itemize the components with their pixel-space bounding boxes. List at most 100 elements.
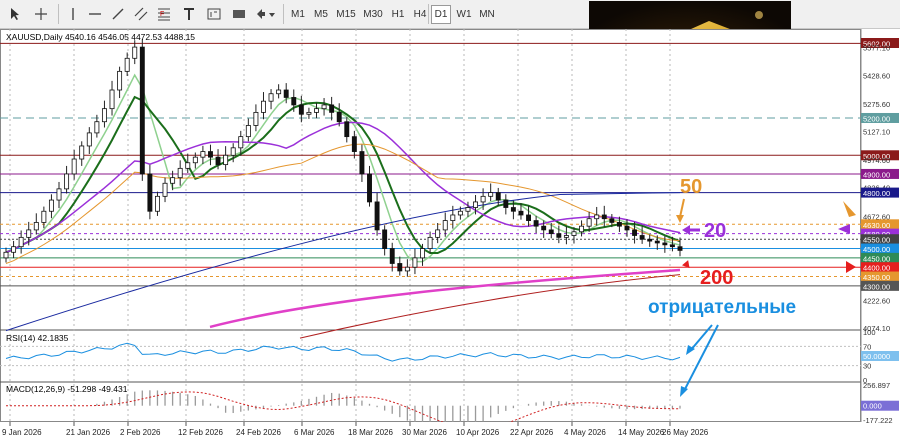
rsi-label: RSI(14) 42.1835 xyxy=(6,333,69,343)
candle-body xyxy=(594,214,600,220)
rsi-axis-label: 50.0000 xyxy=(863,352,890,361)
crosshair-icon[interactable] xyxy=(31,3,51,25)
fibonacci-icon[interactable]: F xyxy=(154,3,174,25)
price-label: 5577.10 xyxy=(863,44,890,53)
date-label: 30 Mar 2026 xyxy=(402,428,447,437)
rsi-axis-label: 30 xyxy=(863,362,871,371)
price-label: 4400.00 xyxy=(863,264,890,273)
timeframe-h1[interactable]: H1 xyxy=(388,5,408,24)
price-label: 5428.60 xyxy=(863,71,890,80)
price-label: 4350.00 xyxy=(863,273,890,282)
candle-body xyxy=(457,210,463,216)
candle-body xyxy=(238,136,244,149)
candle-body xyxy=(48,199,54,212)
candle-body xyxy=(41,210,47,223)
candle-body xyxy=(306,111,312,115)
candle-body xyxy=(170,177,176,184)
macd-axis-label: 0.000 xyxy=(863,402,882,411)
price-label: 4300.00 xyxy=(863,282,890,291)
price-label: 5275.60 xyxy=(863,100,890,109)
candle-body xyxy=(139,46,145,175)
candle-body xyxy=(488,192,494,197)
candle-body xyxy=(185,162,191,169)
negative-annotation: отрицательные xyxy=(648,297,796,318)
timeframe-m1[interactable]: M1 xyxy=(288,5,308,24)
candle-body xyxy=(268,93,274,102)
toolbar-separator xyxy=(58,4,59,24)
candle-body xyxy=(101,108,107,123)
candle-body xyxy=(298,104,304,115)
candle-body xyxy=(669,244,675,248)
text-label-icon[interactable] xyxy=(180,3,198,25)
candle-body xyxy=(200,151,206,158)
date-label: 10 Apr 2026 xyxy=(456,428,500,437)
candle-body xyxy=(11,246,17,253)
candle-body xyxy=(654,240,660,244)
candle-body xyxy=(64,173,70,190)
candle-body xyxy=(624,225,630,231)
price-label: 4222.60 xyxy=(863,296,890,305)
candle-body xyxy=(321,104,327,110)
price-label: 4074.10 xyxy=(863,324,890,333)
timeframe-m5[interactable]: M5 xyxy=(311,5,331,24)
chart-header: XAUUSD,Daily 4540.16 4546.05 4472.53 448… xyxy=(6,32,195,42)
timeframe-d1[interactable]: D1 xyxy=(431,5,451,24)
chart-window[interactable]: 100 70 50.0000 30 0 256.897 0.000 -177.222 XAU… xyxy=(0,29,900,442)
candle-body xyxy=(473,201,478,208)
price-chart[interactable]: 1007050.0000300 256.8970.000-177.222 XAU… xyxy=(0,29,900,442)
candle-body xyxy=(632,229,638,236)
candle-body xyxy=(518,210,524,216)
date-label: 14 May 2026 xyxy=(618,428,665,437)
candle-body xyxy=(579,225,585,233)
ma50-annotation: 50 xyxy=(680,176,702,198)
candle-body xyxy=(420,248,425,259)
candle-body xyxy=(71,158,77,175)
candle-body xyxy=(132,46,138,59)
equidistant-channel-icon[interactable] xyxy=(131,3,151,25)
candle-body xyxy=(639,235,645,240)
rectangle-shape-icon[interactable] xyxy=(229,3,249,25)
candle-body xyxy=(276,89,282,95)
candle-body xyxy=(616,222,622,227)
label-tool-icon[interactable] xyxy=(204,3,224,25)
candle-body xyxy=(18,236,24,248)
timeframe-h4[interactable]: H4 xyxy=(410,5,430,24)
candle-body xyxy=(541,225,547,231)
chart-frame xyxy=(0,29,861,422)
price-label: 4630.00 xyxy=(863,221,890,230)
candle-body xyxy=(586,218,592,227)
candle-body xyxy=(33,222,39,231)
candle-body xyxy=(177,167,183,179)
candle-body xyxy=(359,151,365,175)
candle-body xyxy=(450,214,456,221)
arrow-tools-icon[interactable] xyxy=(253,3,277,25)
candle-body xyxy=(442,220,448,231)
candle-body xyxy=(208,151,213,158)
cursor-arrow-icon[interactable] xyxy=(5,3,25,25)
candle-body xyxy=(427,236,433,249)
candle-body xyxy=(215,156,221,166)
candle-body xyxy=(389,248,395,264)
trend-line-icon[interactable] xyxy=(108,3,128,25)
horizontal-line-icon[interactable] xyxy=(85,3,105,25)
candle-body xyxy=(647,238,653,242)
candle-body xyxy=(435,229,441,238)
vertical-line-icon[interactable] xyxy=(64,3,82,25)
ma200-annotation: 200 xyxy=(700,267,733,289)
timeframe-m30[interactable]: M30 xyxy=(361,5,385,24)
candle-body xyxy=(192,156,198,164)
candle-body xyxy=(283,89,289,98)
candle-body xyxy=(662,242,668,246)
candle-body xyxy=(351,136,357,152)
candle-body xyxy=(94,121,100,134)
timeframe-mn[interactable]: MN xyxy=(477,5,497,24)
candle-body xyxy=(109,89,115,110)
ma20-annotation: 20 xyxy=(704,220,726,242)
date-label: 12 Feb 2026 xyxy=(178,428,223,437)
candle-body xyxy=(329,104,335,113)
candle-body xyxy=(336,111,342,123)
date-label: 22 Apr 2026 xyxy=(510,428,554,437)
timeframe-w1[interactable]: W1 xyxy=(454,5,474,24)
timeframe-m15[interactable]: M15 xyxy=(334,5,358,24)
candle-body xyxy=(503,199,509,208)
